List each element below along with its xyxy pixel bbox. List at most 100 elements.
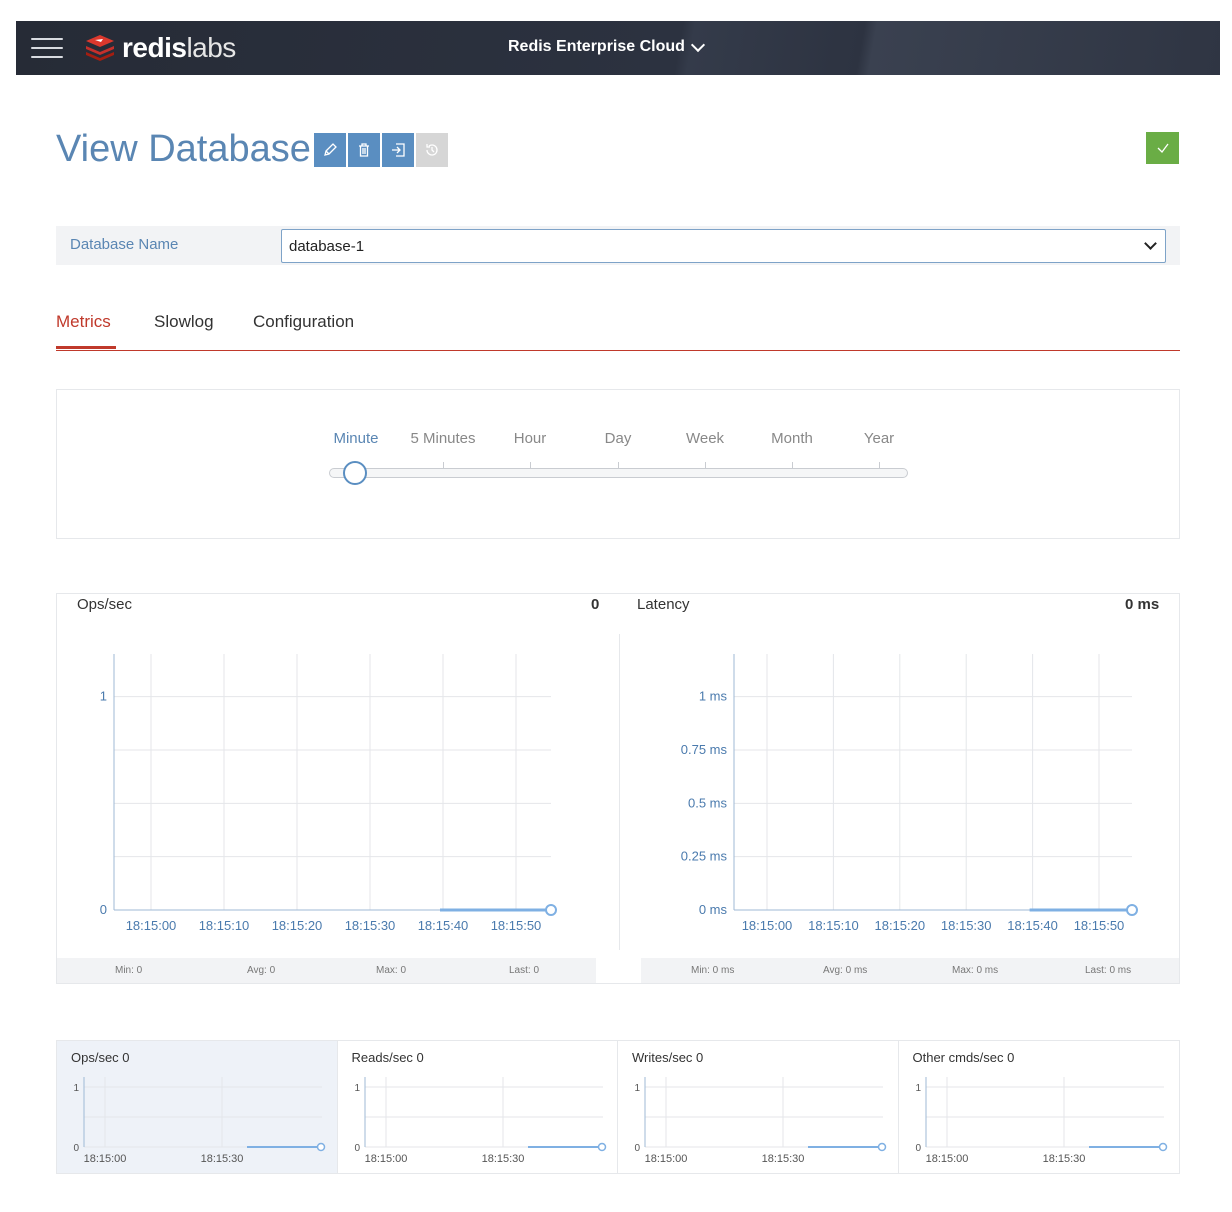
ops-stat-last: Last: 0 — [509, 965, 540, 976]
y-tick-label: 1 — [100, 689, 107, 704]
slider-tick — [618, 462, 619, 468]
x-tick-label: 18:15:50 — [491, 918, 542, 933]
slider-tick — [443, 462, 444, 468]
y-tick-label: 0 — [915, 1143, 921, 1154]
y-tick-label: 0.25 ms — [681, 849, 728, 864]
series-last-point — [1126, 904, 1138, 916]
environment-label: Redis Enterprise Cloud — [508, 38, 685, 55]
x-tick-label: 18:15:00 — [925, 1153, 968, 1165]
x-tick-label: 18:15:40 — [418, 918, 469, 933]
range-option-hour[interactable]: Hour — [514, 430, 547, 447]
slider-tick — [530, 462, 531, 468]
mini-chart-plot: 1 0 18:15:00 18:15:30 — [634, 1077, 887, 1165]
database-select[interactable]: database-1 — [281, 229, 1166, 263]
title-action-group — [314, 133, 448, 167]
edit-button[interactable] — [314, 133, 346, 167]
y-tick-label: 0 ms — [699, 902, 728, 917]
range-option-5-minutes[interactable]: 5 Minutes — [410, 430, 475, 447]
mini-charts-row: Ops/sec 0 1 0 18:15:00 18:15:30 Reads/sec 0… — [56, 1040, 1180, 1174]
export-button[interactable] — [382, 133, 414, 167]
range-option-year[interactable]: Year — [864, 430, 894, 447]
mini-chart-plot: 1 0 18:15:00 18:15:30 — [73, 1077, 326, 1165]
x-tick-label: 18:15:30 — [201, 1153, 244, 1165]
mini-chart-plot: 1 0 18:15:00 18:15:30 — [354, 1077, 606, 1165]
active-tab-indicator — [56, 346, 116, 349]
latency-chart[interactable]: 18:15:00 18:15:10 18:15:20 18:15:30 18:15:40… — [620, 634, 1180, 944]
restore-button[interactable] — [416, 133, 448, 167]
brand-logo[interactable]: redislabs — [84, 32, 236, 64]
latency-stat-max: Max: 0 ms — [952, 965, 999, 976]
mini-chart-writes[interactable]: Writes/sec 0 1 0 18:15:00 18:15:30 — [618, 1041, 899, 1173]
metrics-tabs: Metrics Slowlog Configuration — [56, 308, 1180, 351]
x-tick-label: 18:15:30 — [345, 918, 396, 933]
range-option-week[interactable]: Week — [686, 430, 724, 447]
latency-chart-current-value: 0 ms — [1125, 596, 1160, 613]
x-tick-label: 18:15:10 — [808, 918, 859, 933]
slider-handle[interactable] — [343, 461, 367, 485]
series-last-point — [316, 1142, 326, 1152]
tab-configuration[interactable]: Configuration — [253, 312, 354, 332]
x-tick-label: 18:15:10 — [199, 918, 250, 933]
ops-chart[interactable]: 18:15:00 18:15:10 18:15:20 18:15:30 18:15:40… — [57, 634, 617, 944]
x-tick-label: 18:15:30 — [1042, 1153, 1085, 1165]
x-tick-label: 18:15:00 — [742, 918, 793, 933]
environment-selector[interactable]: Redis Enterprise Cloud — [508, 37, 705, 56]
range-option-minute[interactable]: Minute — [333, 430, 378, 447]
y-tick-label: 1 — [73, 1083, 79, 1094]
chevron-down-icon — [690, 37, 705, 52]
mini-chart-other-cmds[interactable]: Other cmds/sec 0 1 0 18:15:00 18:15:30 — [899, 1041, 1180, 1173]
series-last-point — [1158, 1142, 1167, 1152]
database-name-row: Database Name database-1 — [56, 226, 1180, 265]
latency-stat-avg: Avg: 0 ms — [823, 965, 868, 976]
latency-chart-title: Latency — [637, 596, 690, 613]
x-tick-label: 18:15:30 — [481, 1153, 524, 1165]
x-tick-label: 18:15:00 — [364, 1153, 407, 1165]
x-tick-label: 18:15:30 — [762, 1153, 805, 1165]
pencil-icon — [324, 143, 337, 156]
tab-slowlog[interactable]: Slowlog — [154, 312, 214, 332]
ops-stat-min: Min: 0 — [115, 965, 143, 976]
x-tick-label: 18:15:00 — [645, 1153, 688, 1165]
main-charts-panel: Ops/sec 0 Latency 0 ms 18:15:00 18:15:10 1… — [56, 593, 1180, 984]
slider-tick — [879, 462, 880, 468]
latency-stats-bar: Min: 0 ms Avg: 0 ms Max: 0 ms Last: 0 ms — [641, 958, 1179, 983]
x-tick-label: 18:15:20 — [874, 918, 925, 933]
series-last-point — [545, 904, 557, 916]
ops-stats-bar: Min: 0 Avg: 0 Max: 0 Last: 0 — [57, 958, 596, 983]
ops-chart-current-value: 0 — [591, 596, 600, 613]
y-tick-label: 0 — [100, 902, 107, 917]
ops-chart-title: Ops/sec — [77, 596, 133, 613]
tab-metrics[interactable]: Metrics — [56, 312, 111, 332]
checkmark-icon — [1157, 143, 1169, 153]
x-tick-label: 18:15:00 — [84, 1153, 127, 1165]
confirm-button[interactable] — [1146, 132, 1179, 164]
trash-icon — [359, 143, 369, 157]
ops-stat-avg: Avg: 0 — [247, 965, 276, 976]
time-range-panel: Minute 5 Minutes Hour Day Week Month Yea… — [56, 389, 1180, 539]
brand-name: redislabs — [122, 32, 236, 63]
slider-tick — [705, 462, 706, 468]
delete-button[interactable] — [348, 133, 380, 167]
time-range-slider[interactable] — [329, 468, 908, 478]
range-option-day[interactable]: Day — [605, 430, 632, 447]
y-tick-label: 0 — [354, 1143, 360, 1154]
series-last-point — [877, 1142, 887, 1152]
mini-chart-reads[interactable]: Reads/sec 0 1 0 18:15:00 18:15:30 — [338, 1041, 618, 1173]
top-navigation-bar: redislabs Redis Enterprise Cloud — [16, 21, 1220, 75]
export-icon — [392, 143, 405, 157]
latency-stat-min: Min: 0 ms — [691, 965, 735, 976]
database-select-value: database-1 — [289, 238, 365, 255]
y-tick-label: 1 — [634, 1083, 640, 1094]
menu-icon[interactable] — [31, 38, 63, 60]
y-tick-label: 0 — [634, 1143, 640, 1154]
range-option-month[interactable]: Month — [771, 430, 813, 447]
y-tick-label: 0.5 ms — [688, 795, 728, 810]
x-tick-label: 18:15:40 — [1007, 918, 1058, 933]
mini-chart-ops[interactable]: Ops/sec 0 1 0 18:15:00 18:15:30 — [57, 1041, 338, 1173]
ops-stat-max: Max: 0 — [376, 965, 407, 976]
y-tick-label: 1 ms — [699, 689, 728, 704]
redis-logo-icon — [86, 35, 114, 61]
latency-stat-last: Last: 0 ms — [1085, 965, 1132, 976]
database-name-label: Database Name — [70, 236, 179, 253]
y-tick-label: 1 — [354, 1083, 360, 1094]
